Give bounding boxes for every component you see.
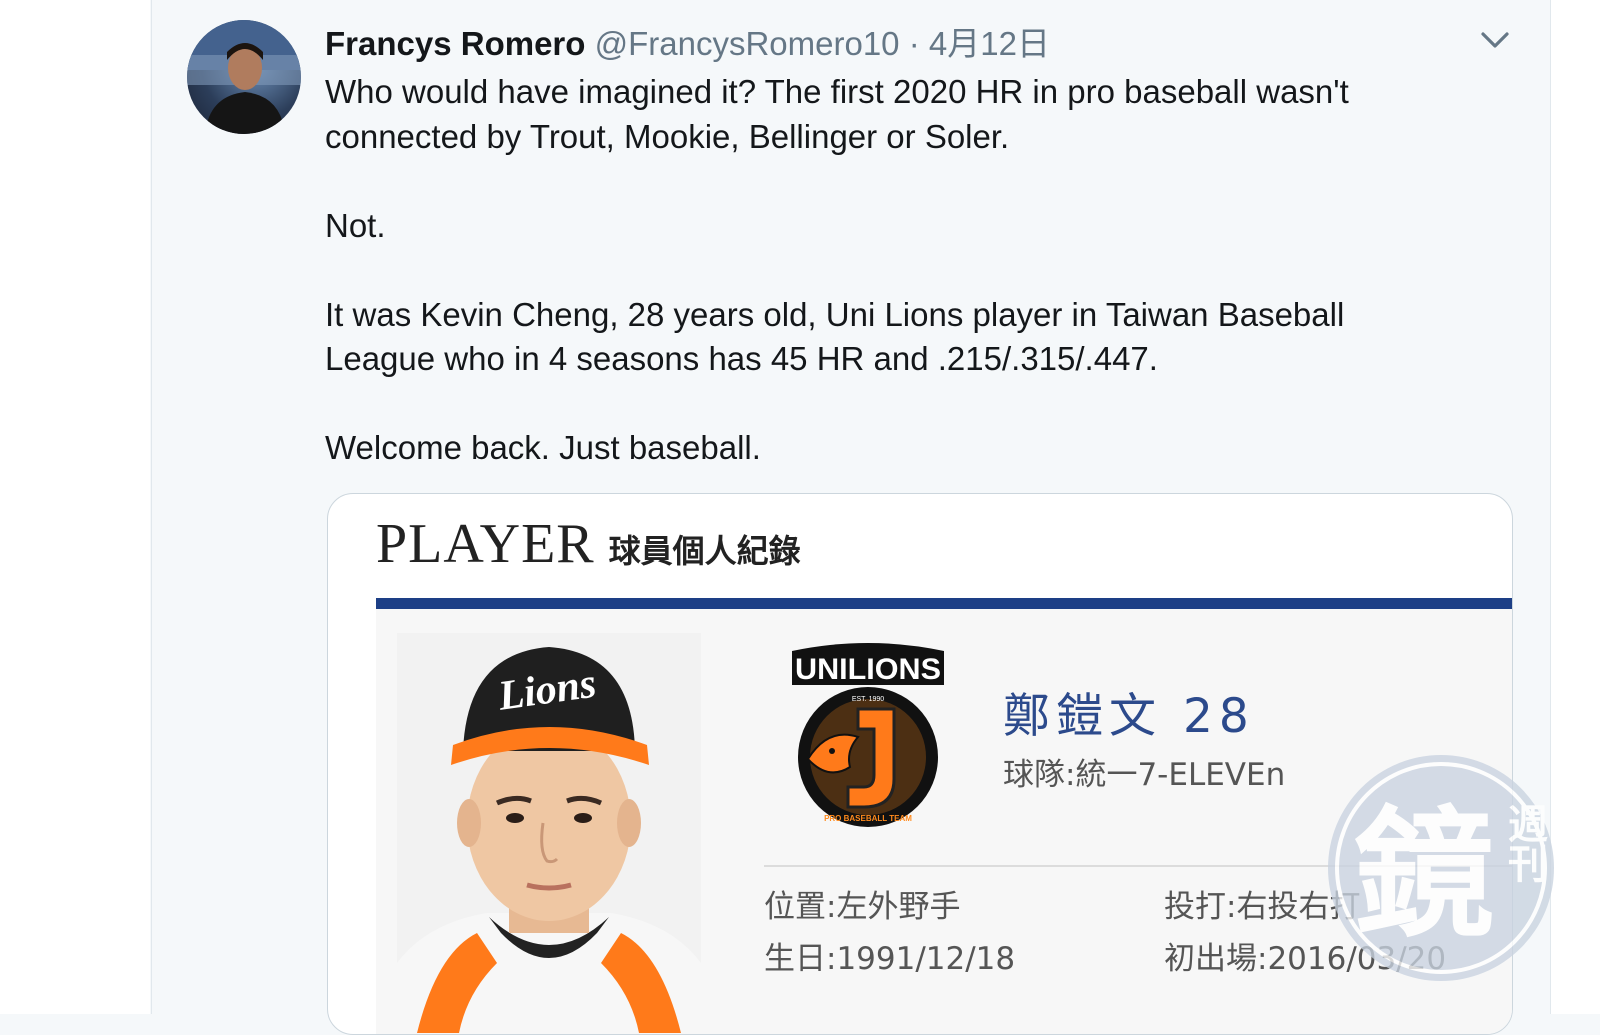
card-title-zh: 球員個人紀錄: [608, 532, 801, 570]
player-photo: Lions: [397, 633, 701, 1033]
page-margin-right: [1550, 0, 1600, 1014]
tweet-header: Francys Romero @FrancysRomero10 · 4月12日: [325, 24, 1050, 64]
separator: ·: [908, 25, 920, 62]
author-avatar[interactable]: [187, 20, 301, 134]
page-margin-left: [0, 0, 150, 1014]
chevron-down-icon[interactable]: [1477, 22, 1513, 58]
mirror-media-watermark: 鏡 週刊: [1326, 753, 1556, 983]
watermark-char: 鏡: [1354, 794, 1494, 957]
watermark-side-text: 週刊: [1501, 803, 1548, 883]
logo-est: EST. 1990: [852, 696, 884, 703]
player-birthday: 生日:1991/12/18: [764, 941, 1016, 977]
unilions-logo: UNILIONS EST. 1990 PRO BASEBALL TEAM: [788, 639, 948, 829]
card-title-en: PLAYER: [376, 513, 595, 575]
accent-bar: [376, 598, 1512, 609]
player-name: 鄭鎧文 28: [1003, 689, 1255, 744]
tweet-paragraph: Who would have imagined it? The first 20…: [325, 73, 1349, 155]
tweet-paragraph: Not.: [325, 206, 386, 244]
player-position: 位置:左外野手: [764, 889, 961, 925]
card-title: PLAYER 球員個人紀錄: [376, 512, 801, 576]
logo-bottom-text: PRO BASEBALL TEAM: [824, 814, 912, 823]
tweet-paragraph: Welcome back. Just baseball.: [325, 429, 761, 466]
author-handle[interactable]: @FrancysRomero10: [595, 25, 900, 62]
author-name[interactable]: Francys Romero: [325, 25, 585, 62]
tweet-paragraph: It was Kevin Cheng, 28 years old, Uni Li…: [325, 295, 1345, 378]
tweet-text: Who would have imagined it? The first 20…: [325, 70, 1455, 471]
logo-wordmark: UNILIONS: [795, 653, 941, 686]
player-team: 球隊:統一7-ELEVEn: [1003, 757, 1286, 793]
tweet-date[interactable]: 4月12日: [929, 25, 1050, 62]
